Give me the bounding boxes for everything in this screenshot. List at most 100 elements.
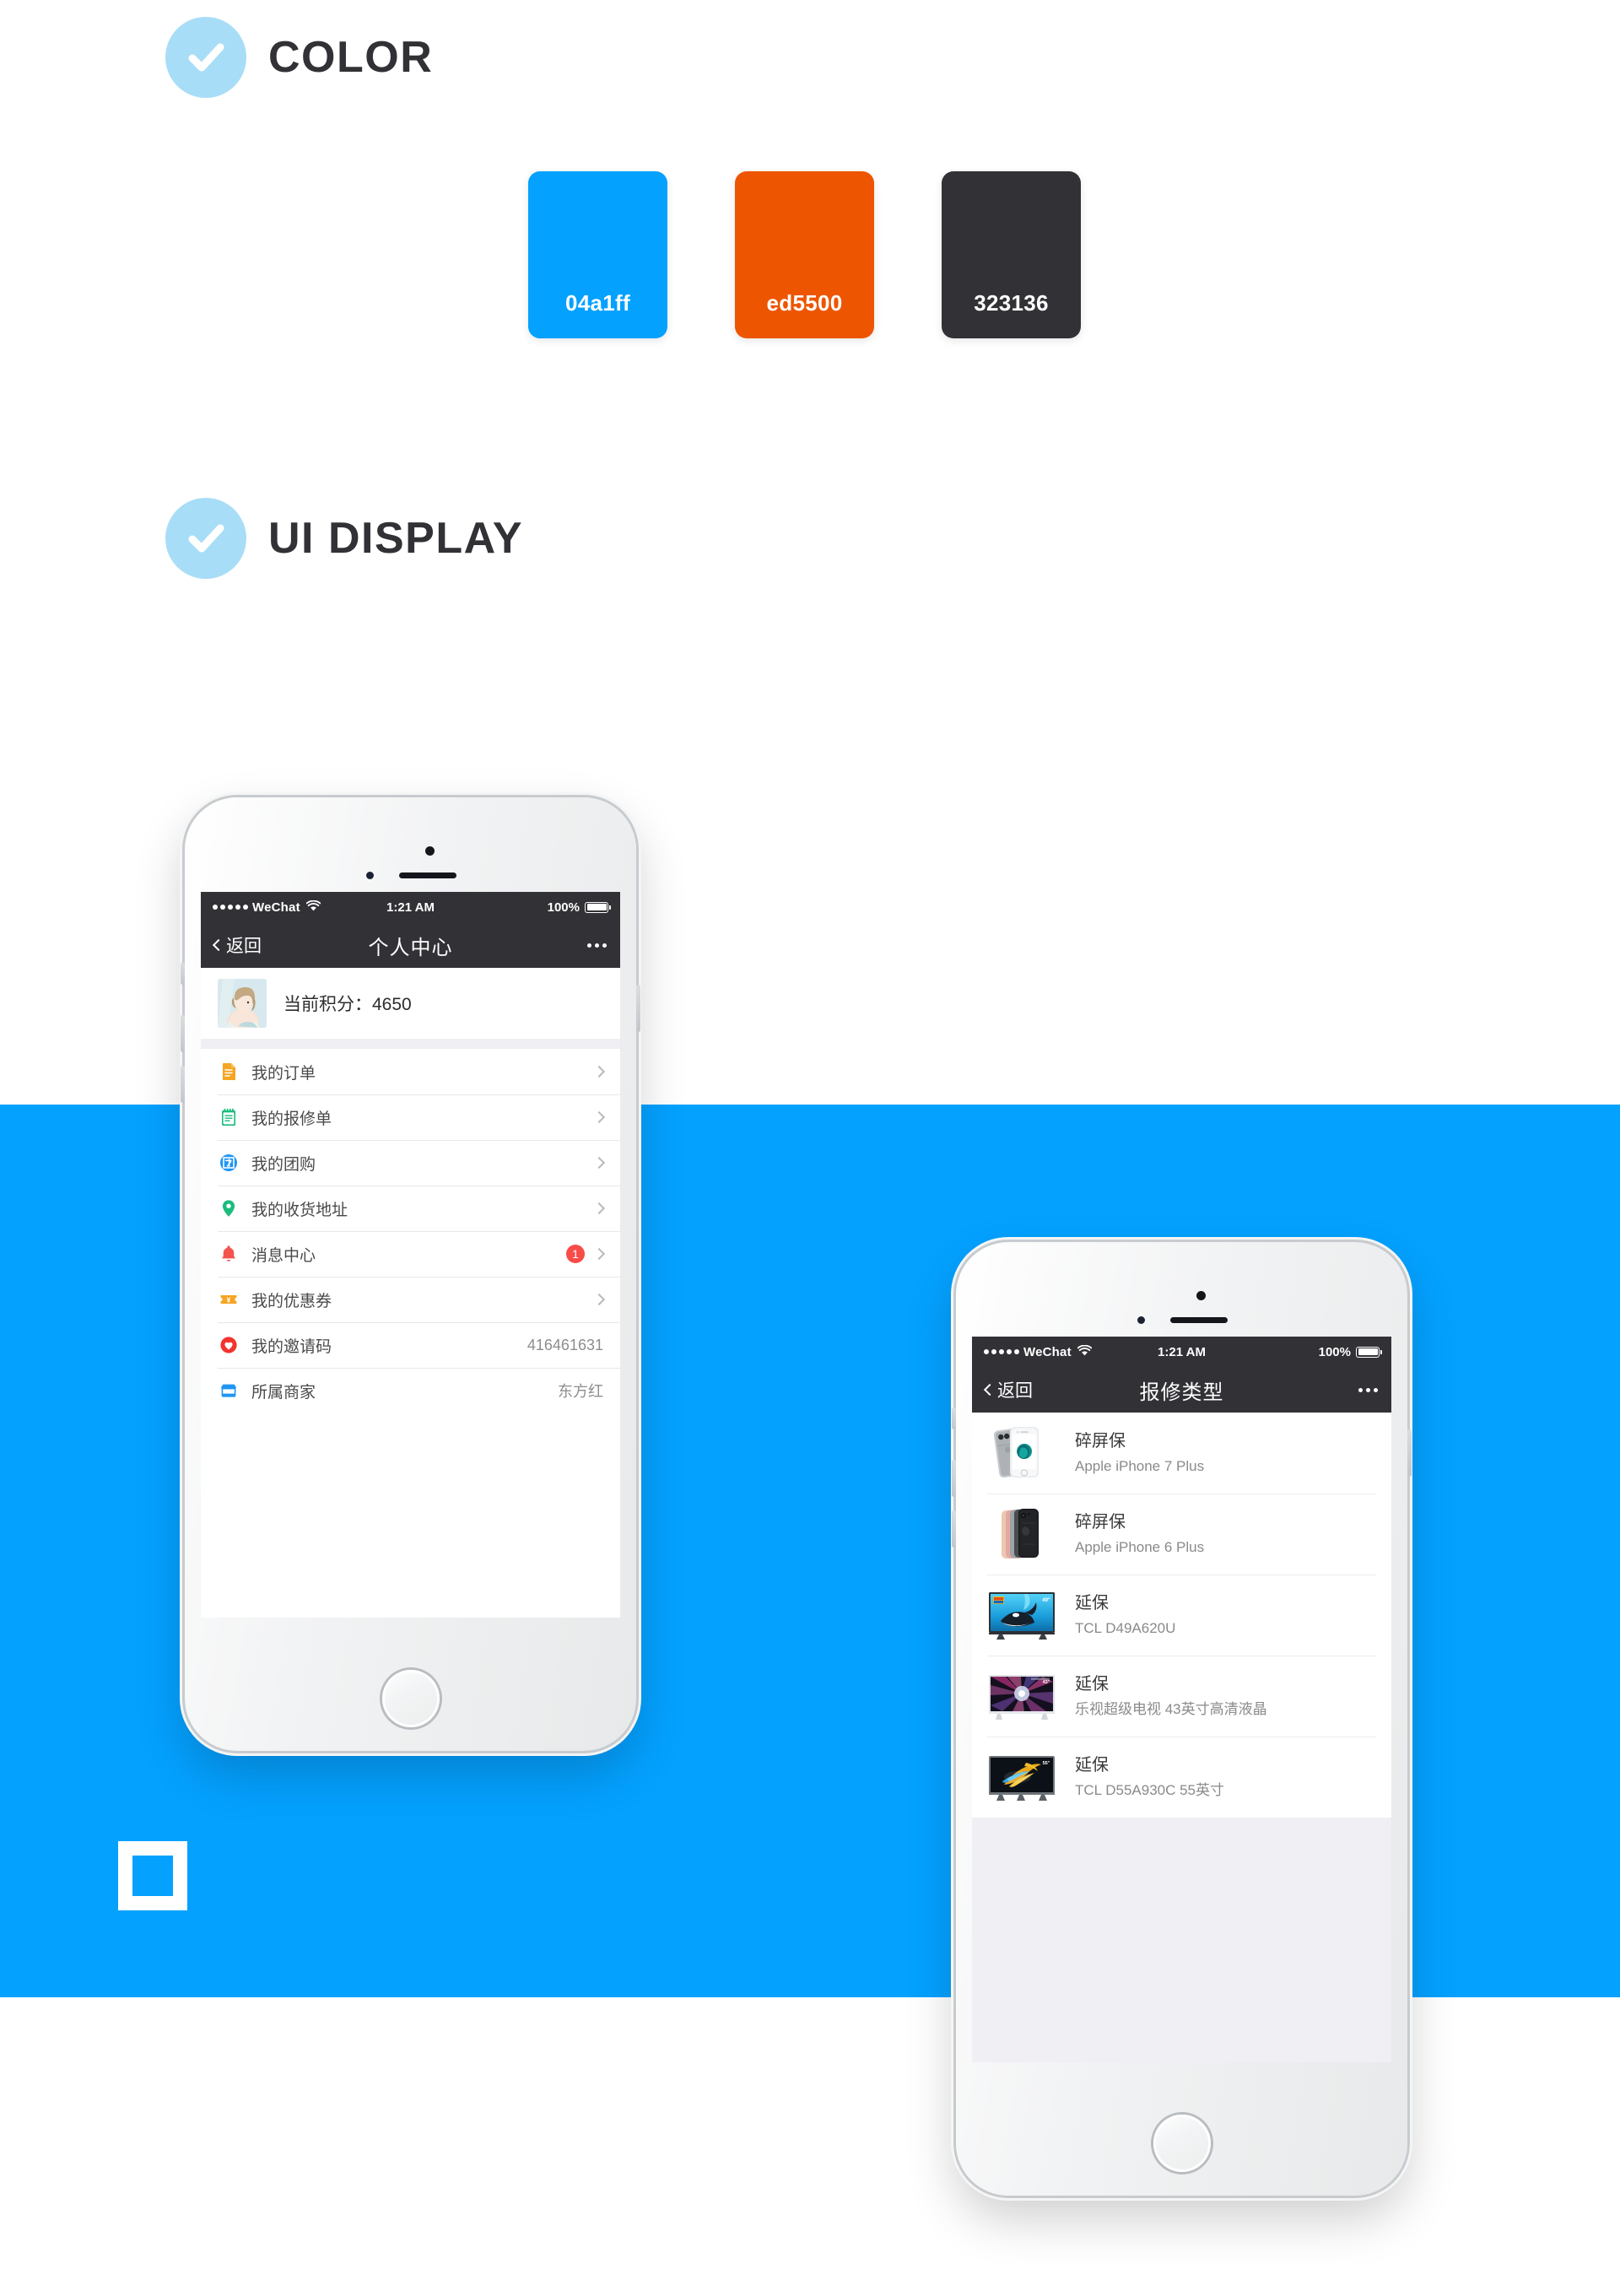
location-pin-icon [218, 1197, 240, 1219]
chevron-left-icon [212, 938, 225, 952]
merchant-value: 东方红 [558, 1383, 603, 1400]
list-item[interactable]: 43" 延保 乐视超级电视 43英寸高清液晶 [972, 1656, 1391, 1737]
volume-up-button[interactable] [181, 1015, 185, 1052]
product-title: 碎屏保 [1075, 1512, 1126, 1532]
list-item[interactable]: 碎屏保 Apple iPhone 7 Plus [972, 1413, 1391, 1494]
tcl-feather-tv-thumb: 55" [987, 1749, 1056, 1805]
earpiece-speaker [399, 872, 456, 878]
mute-switch[interactable] [181, 963, 185, 985]
list-item[interactable]: 55" 延保 TCL D55A930C 55英寸 [972, 1737, 1391, 1818]
coupon-icon: ¥ [218, 1288, 240, 1310]
list-item-text: 延保 乐视超级电视 43英寸高清液晶 [1075, 1673, 1267, 1719]
phone2-battery-area: 100% [1319, 1345, 1382, 1359]
menu-item-right: 东方红 [558, 1380, 603, 1402]
product-subtitle: TCL D55A930C 55英寸 [1075, 1781, 1225, 1798]
svg-text:49": 49" [1042, 1598, 1050, 1603]
list-item[interactable]: 碎屏保 Apple iPhone 6 Plus [972, 1494, 1391, 1575]
heart-icon [218, 1334, 240, 1356]
menu-item-right [592, 1110, 606, 1124]
menu-item-message-center[interactable]: 消息中心 1 [201, 1231, 620, 1277]
phone-top-hardware [185, 797, 636, 889]
mute-switch[interactable] [952, 1407, 956, 1429]
battery-icon [585, 901, 611, 913]
phone1-back-button[interactable]: 返回 [212, 932, 262, 958]
list-item[interactable]: 49" 延保 TCL D49A620U [972, 1575, 1391, 1656]
iphone-device-left: WeChat 1:21 AM 100% 返回 个人中心 当前积分：4650 我的… [181, 795, 640, 1753]
volume-down-button[interactable] [181, 1066, 185, 1103]
iphone7plus-silver-thumb [987, 1425, 1056, 1481]
menu-item-my-shipping-address[interactable]: 我的收货地址 [201, 1186, 620, 1231]
chevron-right-icon [592, 1065, 606, 1078]
groupbuy-icon [218, 1152, 240, 1174]
phone2-status-bar: WeChat 1:21 AM 100% [972, 1337, 1391, 1367]
phone2-content-filler [972, 1818, 1391, 2062]
product-title: 延保 [1075, 1755, 1109, 1775]
menu-item-my-repair-orders[interactable]: 我的报修单 [201, 1094, 620, 1140]
product-subtitle: TCL D49A620U [1075, 1619, 1176, 1636]
home-button[interactable] [381, 1670, 440, 1727]
menu-item-my-group-buy[interactable]: 我的团购 [201, 1140, 620, 1186]
more-options-icon[interactable] [1358, 1387, 1378, 1392]
product-title: 碎屏保 [1075, 1431, 1126, 1451]
volume-down-button[interactable] [952, 1510, 956, 1548]
menu-item-right: 1 [566, 1245, 606, 1263]
menu-item-my-invite-code[interactable]: 我的邀请码 416461631 [201, 1322, 620, 1368]
phone1-nav-bar: 返回 个人中心 [201, 922, 620, 968]
svg-text:43": 43" [1043, 1680, 1050, 1685]
iphone-device-right: WeChat 1:21 AM 100% 返回 报修类型 碎屏保 Apple iP… [952, 1240, 1412, 2198]
menu-label: 所属商家 [251, 1383, 316, 1402]
phone-top-hardware [956, 1242, 1407, 1333]
letv-starburst-tv-thumb: 43" [987, 1668, 1056, 1724]
section-header-color: COLOR [165, 17, 433, 98]
iphone6plus-colors-thumb [987, 1506, 1056, 1562]
phone2-back-label: 返回 [997, 1381, 1033, 1401]
tcl-orca-tv-thumb: 49" [987, 1587, 1056, 1643]
menu-item-right [592, 1293, 606, 1306]
phone2-back-button[interactable]: 返回 [983, 1377, 1033, 1402]
front-camera-icon [425, 846, 435, 856]
menu-item-right [592, 1065, 606, 1078]
menu-item-right [592, 1202, 606, 1215]
more-options-icon[interactable] [587, 943, 607, 948]
menu-item-merchant[interactable]: 所属商家 东方红 [201, 1368, 620, 1413]
check-circle-icon [165, 17, 246, 98]
section-header-ui-display: UI DISPLAY [165, 498, 523, 579]
phone1-content-filler [201, 1413, 620, 1618]
color-swatch-orange: ed5500 [735, 171, 874, 338]
section-gap [201, 1039, 620, 1049]
bell-icon [218, 1243, 240, 1265]
menu-item-my-orders[interactable]: 我的订单 [201, 1049, 620, 1094]
home-button[interactable] [1153, 2115, 1211, 2172]
phone1-screen: WeChat 1:21 AM 100% 返回 个人中心 当前积分：4650 我的… [201, 892, 620, 1618]
menu-label: 我的订单 [251, 1064, 316, 1083]
product-title: 延保 [1075, 1593, 1109, 1613]
menu-label: 消息中心 [251, 1246, 316, 1265]
list-item-text: 碎屏保 Apple iPhone 6 Plus [1075, 1511, 1204, 1557]
status-badge: 1 [566, 1245, 585, 1263]
phone1-battery-area: 100% [547, 899, 611, 915]
phone1-battery-percent: 100% [547, 899, 580, 915]
menu-label: 我的团购 [251, 1155, 316, 1174]
section-title-ui-display: UI DISPLAY [268, 514, 524, 563]
poster-canvas: COLOR 04a1ff ed5500 323136 UI DISPLAY We… [0, 0, 1620, 2296]
chevron-right-icon [592, 1293, 606, 1306]
chevron-left-icon [983, 1383, 996, 1397]
product-subtitle: 乐视超级电视 43英寸高清液晶 [1075, 1700, 1267, 1717]
profile-summary-row[interactable]: 当前积分：4650 [201, 968, 620, 1039]
product-subtitle: Apple iPhone 6 Plus [1075, 1538, 1205, 1555]
menu-item-my-coupons[interactable]: ¥ 我的优惠券 [201, 1277, 620, 1322]
square-outline-logo [118, 1841, 187, 1910]
chevron-right-icon [592, 1247, 606, 1261]
chevron-right-icon [592, 1202, 606, 1215]
menu-label: 我的报修单 [251, 1110, 332, 1128]
chevron-right-icon [592, 1156, 606, 1170]
earpiece-speaker [1170, 1317, 1228, 1323]
power-button[interactable] [636, 985, 640, 1032]
power-button[interactable] [1407, 1429, 1412, 1477]
color-swatch-row: 04a1ff ed5500 323136 [528, 171, 1081, 338]
chevron-right-icon [592, 1110, 606, 1124]
section-title-color: COLOR [268, 33, 434, 82]
menu-item-right: 416461631 [527, 1337, 603, 1354]
volume-up-button[interactable] [952, 1460, 956, 1497]
notepad-icon [218, 1106, 240, 1128]
